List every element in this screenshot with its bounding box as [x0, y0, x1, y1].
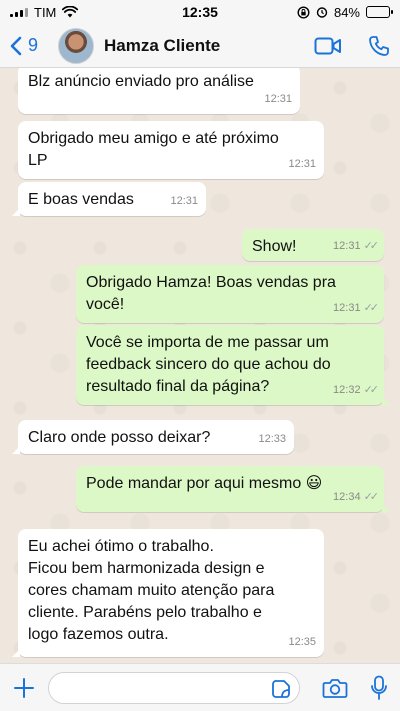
- header-actions: [314, 35, 390, 57]
- sticker-icon[interactable]: [271, 679, 291, 699]
- status-bar: TIM 12:35 84%: [0, 0, 400, 24]
- input-right-actions: [322, 675, 388, 701]
- unread-count: 9: [28, 35, 39, 55]
- chat-area[interactable]: Blz anúncio enviado pro análise 12:31 Ob…: [0, 68, 400, 663]
- chevron-left-icon: [10, 36, 22, 55]
- cell-signal-icon: [10, 7, 28, 17]
- message-bubble-outgoing[interactable]: Show! 12:31 ✓✓: [242, 229, 384, 261]
- message-bubble-incoming[interactable]: Eu achei ótimo o trabalho. Ficou bem har…: [12, 529, 324, 657]
- message-text: Obrigado meu amigo e até próximo LP: [28, 130, 279, 169]
- battery-percent: 84%: [333, 4, 360, 20]
- message-meta: 12:32 ✓✓: [333, 379, 380, 401]
- message-time: 12:33: [258, 433, 286, 445]
- lock-rotation-icon: [297, 5, 310, 19]
- message-bubble-outgoing[interactable]: Você se importa de me passar um feedback…: [76, 325, 390, 405]
- wifi-icon: [62, 6, 79, 18]
- status-bar-right: 84%: [297, 4, 393, 20]
- message-text: Pode mandar por aqui mesmo 😃: [86, 475, 323, 492]
- camera-icon[interactable]: [322, 677, 348, 699]
- message-text: Eu achei ótimo o trabalho. Ficou bem har…: [28, 538, 275, 643]
- message-time: 12:31: [333, 302, 361, 314]
- message-meta: 12:35: [288, 631, 316, 653]
- message-input[interactable]: [49, 672, 299, 703]
- message-bubble-incoming[interactable]: Obrigado meu amigo e até próximo LP 12:3…: [18, 121, 324, 179]
- message-text: Blz anúncio enviado pro análise: [28, 73, 254, 90]
- read-receipt-icon: ✓✓: [363, 240, 380, 252]
- battery-icon: [366, 6, 393, 18]
- message-meta: 12:31: [264, 88, 292, 110]
- message-meta: 12:31: [288, 153, 316, 175]
- chat-header: 9 Hamza Cliente: [0, 24, 400, 68]
- message-bubble-incoming[interactable]: Blz anúncio enviado pro análise 12:31: [18, 68, 300, 114]
- message-bubble-outgoing[interactable]: Pode mandar por aqui mesmo 😃 12:34 ✓✓: [76, 466, 390, 512]
- carrier-name: TIM: [34, 4, 57, 20]
- read-receipt-icon: ✓✓: [363, 302, 380, 314]
- message-meta: 12:31 ✓✓: [333, 297, 380, 319]
- avatar[interactable]: [58, 27, 95, 64]
- phone-icon[interactable]: [368, 35, 390, 57]
- video-call-icon[interactable]: [314, 36, 342, 56]
- plus-icon[interactable]: [12, 676, 36, 700]
- message-bubble-incoming[interactable]: E boas vendas 12:31: [12, 182, 206, 216]
- read-receipt-icon: ✓✓: [363, 384, 380, 396]
- message-time: 12:31: [170, 195, 198, 207]
- message-text: Você se importa de me passar um feedback…: [86, 334, 331, 395]
- contact-name[interactable]: Hamza Cliente: [104, 36, 220, 56]
- message-meta: 12:31 ✓✓: [333, 235, 380, 257]
- microphone-icon[interactable]: [370, 675, 388, 701]
- alarm-icon: [316, 7, 328, 18]
- message-time: 12:31: [288, 158, 316, 170]
- message-text: Obrigado Hamza! Boas vendas pra você!: [86, 274, 336, 313]
- message-time: 12:31: [333, 240, 361, 252]
- message-meta: 12:34 ✓✓: [333, 486, 380, 508]
- status-bar-left: TIM: [10, 4, 79, 20]
- message-bubble-outgoing[interactable]: Obrigado Hamza! Boas vendas pra você! 12…: [76, 265, 384, 323]
- message-bubble-incoming[interactable]: Claro onde posso deixar? 12:33: [12, 420, 294, 454]
- message-input-bar: [0, 663, 400, 711]
- message-meta: 12:33: [258, 428, 286, 450]
- message-time: 12:31: [264, 93, 292, 105]
- read-receipt-icon: ✓✓: [363, 491, 380, 503]
- message-time: 12:34: [333, 491, 361, 503]
- message-time: 12:32: [333, 384, 361, 396]
- message-time: 12:35: [288, 636, 316, 648]
- back-button[interactable]: 9: [10, 35, 38, 56]
- message-text: Claro onde posso deixar?: [28, 429, 211, 446]
- message-field[interactable]: [48, 671, 300, 704]
- message-meta: 12:31: [170, 190, 198, 212]
